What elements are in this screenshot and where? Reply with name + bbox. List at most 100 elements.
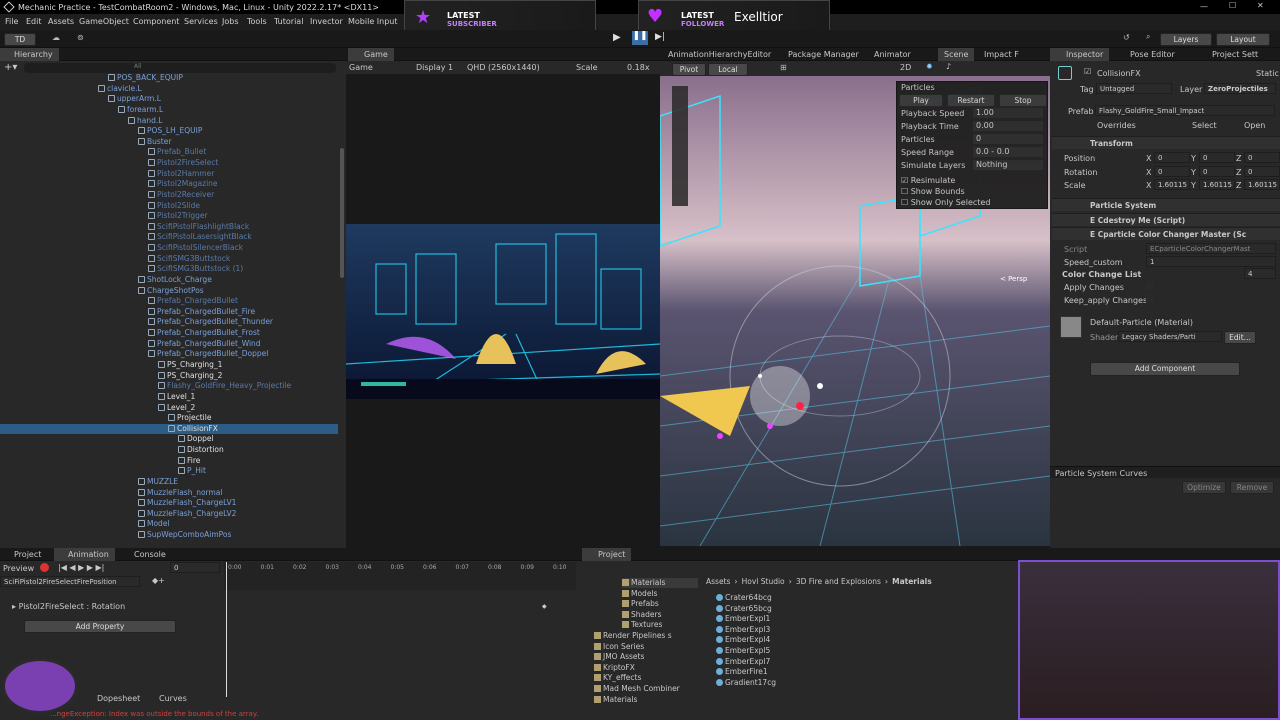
tab-package-manager[interactable]: Package Manager (782, 48, 865, 61)
maximize-button[interactable]: ☐ (1229, 1, 1236, 10)
project-folder[interactable]: Materials (622, 578, 698, 588)
project-folder[interactable]: KY_effects (594, 673, 641, 683)
tab-animator[interactable]: Animator (868, 48, 917, 61)
component-header[interactable]: E Cdestroy Me (Script) (1052, 213, 1280, 226)
preview-toggle[interactable]: Preview (3, 564, 34, 573)
particle-stat-value[interactable]: 0.00 (973, 121, 1043, 131)
edit-shader-button[interactable]: Edit... (1224, 331, 1256, 344)
hierarchy-row[interactable]: POS_BACK_EQUIP (0, 73, 338, 83)
color-change-list-label[interactable]: Color Change List (1062, 270, 1141, 279)
game-mode-dropdown[interactable]: Game (349, 63, 373, 72)
layer-dropdown[interactable]: ZeroProjectiles (1204, 83, 1276, 94)
menu-component[interactable]: Component (133, 17, 179, 26)
tab-project-browser[interactable]: Project (582, 548, 632, 561)
project-file[interactable]: EmberFire1 (716, 667, 768, 677)
game-render-view[interactable] (346, 224, 660, 399)
hierarchy-row[interactable]: Prefab_ChargedBullet_Doppel (0, 349, 338, 359)
active-checkbox[interactable]: ☑ (1084, 67, 1091, 76)
project-file[interactable]: Crater65bcg (716, 604, 772, 614)
tab-project[interactable]: Project (0, 548, 47, 561)
add-component-button[interactable]: Add Component (1090, 362, 1240, 376)
project-folder[interactable]: Icon Series (594, 642, 644, 652)
particles-restart-button[interactable]: Restart (947, 94, 995, 107)
hierarchy-row[interactable]: Level_2 (0, 403, 338, 413)
menu-tutorial[interactable]: Tutorial (274, 17, 303, 26)
hierarchy-row[interactable]: MUZZLE (0, 477, 338, 487)
tab-inspector[interactable]: Inspector (1050, 48, 1110, 61)
property-row[interactable]: ▸ Pistol2FireSelect : Rotation (12, 602, 125, 611)
persp-label[interactable]: < Persp (1000, 275, 1027, 283)
hierarchy-row[interactable]: clavicle.L (0, 84, 338, 94)
optimize-button[interactable]: Optimize (1182, 481, 1226, 494)
lighting-icon[interactable]: ✹ (926, 62, 933, 71)
hierarchy-row[interactable]: ChargeShotPos (0, 286, 338, 296)
hierarchy-row[interactable]: CollisionFX (0, 423, 338, 434)
speed-custom-field[interactable]: 1 (1146, 256, 1276, 267)
hierarchy-row[interactable]: Pistol2Trigger (0, 211, 338, 221)
tag-dropdown[interactable]: Untagged (1096, 83, 1172, 94)
hierarchy-row[interactable]: Prefab_ChargedBullet (0, 296, 338, 306)
keyframe-diamond[interactable]: ◆ (542, 603, 547, 610)
resimulate-checkbox[interactable]: ☑ Resimulate (901, 176, 955, 185)
menu-assets[interactable]: Assets (48, 17, 74, 26)
hierarchy-row[interactable]: Pistol2Hammer (0, 169, 338, 179)
particle-stat-value[interactable]: 0 (973, 134, 1043, 144)
hierarchy-row[interactable]: Model (0, 519, 338, 529)
transform-pos-y-field[interactable]: 0 (1199, 152, 1235, 163)
clip-dropdown[interactable]: SciFiPistol2FireSelectFirePosition (0, 576, 140, 587)
menu-jobs[interactable]: Jobs (222, 17, 239, 26)
project-folder[interactable]: Prefabs (622, 599, 659, 609)
hierarchy-row[interactable]: ScifiSMG3Buttstock (1) (0, 264, 338, 274)
transform-scl-y-field[interactable]: 1.60115 (1199, 179, 1235, 190)
show-bounds-checkbox[interactable]: ☐ Show Bounds (901, 187, 965, 196)
project-file[interactable]: EmberExpl5 (716, 646, 770, 656)
hierarchy-row[interactable]: Fire (0, 456, 338, 466)
timeline-ruler[interactable]: 0:00 0:01 0:02 0:03 0:04 0:05 0:06 0:07 0:08 0:09… (224, 562, 576, 590)
tab-animation-hierarchy-editor[interactable]: AnimationHierarchyEditor (662, 48, 777, 61)
account-dropdown[interactable]: TD (4, 33, 36, 46)
project-folder[interactable]: Shaders (622, 610, 661, 620)
project-file[interactable]: EmberExpl3 (716, 625, 770, 635)
menu-invector[interactable]: Invector (310, 17, 343, 26)
project-folder[interactable]: KriptoFX (594, 663, 635, 673)
breadcrumb-item[interactable]: 3D Fire and Explosions (796, 577, 881, 586)
breadcrumb-item[interactable]: Assets (706, 577, 730, 586)
hierarchy-scrollbar[interactable] (340, 148, 344, 278)
open-button[interactable]: Open (1244, 121, 1265, 130)
component-header[interactable]: Particle System (1052, 198, 1280, 211)
add-property-button[interactable]: Add Property (24, 620, 176, 633)
transform-pos-x-field[interactable]: 0 (1154, 152, 1190, 163)
hierarchy-row[interactable]: Prefab_Bullet (0, 147, 338, 157)
static-toggle[interactable]: Static (1256, 69, 1279, 78)
hierarchy-row[interactable]: Prefab_ChargedBullet_Wind (0, 339, 338, 349)
overrides-dropdown[interactable]: Overrides (1097, 121, 1136, 130)
hierarchy-row[interactable]: Level_1 (0, 392, 338, 402)
project-folder[interactable]: Render Pipelines s (594, 631, 672, 641)
tab-console[interactable]: Console (120, 548, 172, 561)
tab-project-settings[interactable]: Project Sett (1200, 48, 1264, 61)
history-icon[interactable]: ↺ (1123, 33, 1130, 42)
project-file[interactable]: EmberExpl4 (716, 635, 770, 645)
menu-file[interactable]: File (5, 17, 18, 26)
select-button[interactable]: Select (1192, 121, 1217, 130)
shader-dropdown[interactable]: Legacy Shaders/Parti (1118, 331, 1222, 342)
hierarchy-row[interactable]: Distortion (0, 445, 338, 455)
dopesheet-tab[interactable]: Dopesheet (97, 694, 140, 703)
tab-scene[interactable]: Scene (938, 48, 975, 61)
particle-stat-value[interactable]: 0.0 - 0.0 (973, 147, 1043, 157)
apply-changes-checkbox[interactable] (1146, 282, 1154, 290)
hierarchy-row[interactable]: ScifiPistolLasersightBlack (0, 232, 338, 242)
hierarchy-row[interactable]: MuzzleFlash_ChargeLV2 (0, 509, 338, 519)
transform-scl-x-field[interactable]: 1.60115 (1154, 179, 1190, 190)
hierarchy-row[interactable]: Prefab_ChargedBullet_Thunder (0, 317, 338, 327)
menu-gameobject[interactable]: GameObject (79, 17, 129, 26)
hierarchy-row[interactable]: Pistol2Slide (0, 201, 338, 211)
project-folder[interactable]: Materials (594, 695, 637, 705)
hierarchy-row[interactable]: Buster (0, 137, 338, 147)
tab-animation[interactable]: Animation (54, 548, 115, 561)
project-file[interactable]: EmberExpl7 (716, 657, 770, 667)
breadcrumb-item[interactable]: Hovl Studio (742, 577, 785, 586)
menu-edit[interactable]: Edit (26, 17, 42, 26)
particle-stat-value[interactable]: Nothing (973, 160, 1043, 170)
layers-dropdown[interactable]: Layers (1160, 33, 1212, 46)
